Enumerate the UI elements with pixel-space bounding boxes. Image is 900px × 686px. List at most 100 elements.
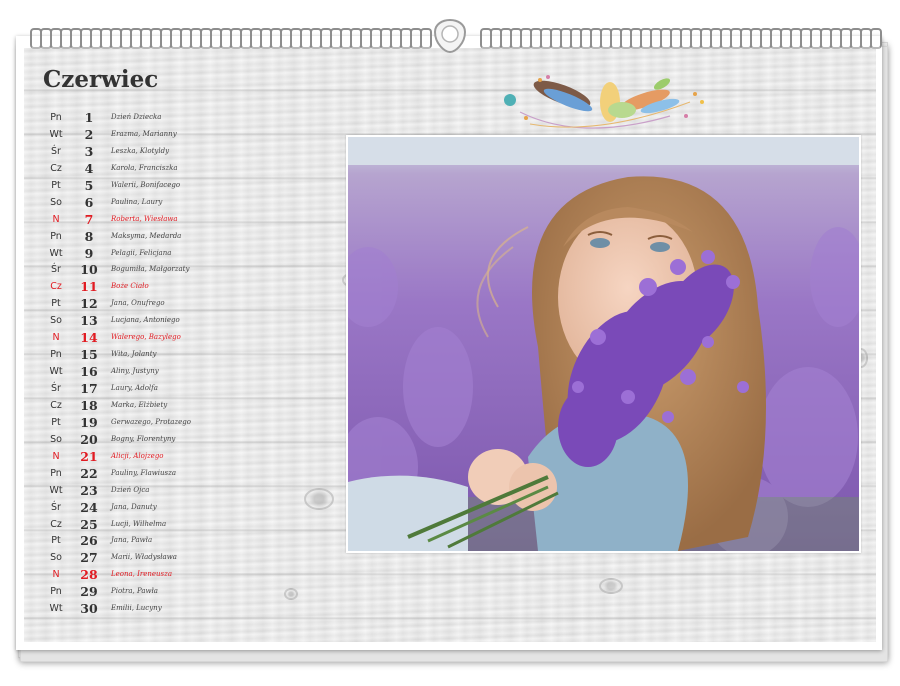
name-day: Walerego, Bazylego	[111, 333, 181, 342]
day-of-week: So	[50, 552, 62, 564]
day-row: Wt 30 Emilii, Lucyny	[44, 600, 344, 617]
day-of-week: Pn	[50, 112, 62, 123]
day-of-week: Śr	[51, 145, 61, 157]
day-row: Cz 4 Karola, Franciszka	[44, 160, 344, 177]
name-day: Marka, Elżbiety	[111, 400, 168, 409]
day-of-week: Pn	[50, 349, 62, 361]
day-of-week: Cz	[50, 162, 62, 174]
day-row: N 7 Roberta, Wiesława	[44, 211, 344, 228]
month-title: Czerwiec	[43, 66, 159, 93]
hanger-hook-icon	[433, 19, 467, 54]
day-of-week: Pt	[51, 179, 61, 191]
day-of-week: Pn	[50, 586, 62, 598]
day-of-week: Wt	[49, 366, 63, 378]
day-number: 12	[80, 296, 98, 312]
day-row: So 13 Lucjana, Antoniego	[44, 312, 344, 329]
name-day: Emilii, Lucyny	[111, 604, 162, 613]
day-list: Pn 1 Dzień Dziecka Wt 2 Erazma, Marianny Śr 3 Le…	[44, 109, 344, 617]
day-of-week: Wt	[49, 128, 63, 140]
name-day: Wita, Jolanty	[111, 350, 157, 359]
day-of-week: Cz	[50, 399, 62, 411]
day-number: 20	[80, 431, 98, 447]
day-row: Wt 16 Aliny, Justyny	[44, 363, 344, 380]
day-row: Śr 10 Bogumiła, Małgorzaty	[44, 261, 344, 278]
day-row: Pt 5 Walerii, Bonifacego	[44, 177, 344, 194]
day-of-week: Wt	[49, 247, 63, 259]
day-number: 10	[80, 262, 98, 278]
name-day: Piotra, Pawła	[111, 587, 158, 596]
day-row: So 27 Marii, Władysława	[44, 549, 344, 566]
day-row: So 6 Paulina, Laury	[44, 194, 344, 211]
name-day: Laury, Adolfa	[111, 384, 158, 392]
binding-ring	[870, 28, 882, 49]
name-day: Bogny, Florentyny	[111, 434, 176, 443]
day-row: Pn 22 Pauliny, Flawiusza	[44, 465, 344, 482]
name-day: Karola, Franciszka	[111, 163, 178, 172]
day-number: 27	[80, 550, 98, 566]
day-row: Pn 29 Piotra, Pawła	[44, 583, 344, 600]
day-of-week: N	[52, 450, 60, 462]
day-row: Śr 17 Laury, Adolfa	[44, 380, 344, 397]
day-number: 21	[80, 448, 98, 464]
day-row: Wt 2 Erazma, Marianny	[44, 126, 344, 143]
day-row: Wt 9 Pelagii, Felicjana	[44, 245, 344, 262]
day-of-week: N	[52, 332, 60, 344]
day-row: Pn 1 Dzień Dziecka	[44, 109, 344, 126]
name-day: Leona, Ireneusza	[111, 570, 173, 579]
day-row: Pt 19 Gerwazego, Protazego	[44, 414, 344, 431]
day-of-week: Pn	[50, 467, 62, 479]
day-row: N 21 Alicji, Alojzego	[44, 448, 344, 465]
day-of-week: Pn	[50, 230, 62, 242]
day-row: So 20 Bogny, Florentyny	[44, 431, 344, 448]
day-of-week: Wt	[49, 603, 63, 615]
day-row: Pn 15 Wita, Jolanty	[44, 346, 344, 363]
day-row: Śr 24 Jana, Danuty	[44, 499, 344, 516]
day-number: 30	[80, 601, 98, 617]
day-number: 3	[84, 143, 94, 159]
wood-knot	[599, 578, 623, 594]
day-number: 26	[80, 533, 98, 549]
day-number: 22	[80, 465, 98, 481]
day-row: Cz 11 Boże Ciało	[44, 278, 344, 295]
name-day: Jana, Onufrego	[111, 299, 165, 308]
name-day: Lucjana, Antoniego	[111, 316, 180, 325]
day-row: Cz 25 Lucji, Wilhelma	[44, 516, 344, 533]
name-day: Dzień Dziecka	[111, 113, 162, 121]
day-of-week: Pt	[51, 298, 61, 310]
day-number: 9	[84, 245, 94, 261]
day-row: Wt 23 Dzień Ojca	[44, 482, 344, 499]
name-day: Gerwazego, Protazego	[111, 417, 192, 426]
day-row: Pn 8 Maksyma, Medarda	[44, 228, 344, 245]
day-number: 8	[84, 228, 94, 244]
day-of-week: Cz	[50, 518, 62, 530]
day-number: 5	[84, 177, 94, 193]
girl-with-lavender-photo	[346, 135, 861, 553]
name-day: Leszka, Klotyldy	[111, 146, 170, 155]
name-day: Erazma, Marianny	[111, 129, 177, 138]
name-day: Walerii, Bonifacego	[111, 180, 181, 189]
day-of-week: Pt	[51, 535, 61, 547]
name-day: Bogumiła, Małgorzaty	[111, 265, 190, 274]
name-day: Pauliny, Flawiusza	[111, 468, 176, 477]
day-row: N 14 Walerego, Bazylego	[44, 329, 344, 346]
name-day: Dzień Ojca	[111, 485, 150, 494]
day-of-week: Cz	[50, 281, 62, 293]
day-row: Pt 12 Jana, Onufrego	[44, 295, 344, 312]
day-number: 7	[84, 211, 94, 227]
day-number: 29	[80, 584, 98, 600]
day-number: 11	[80, 279, 98, 295]
day-number: 2	[84, 126, 94, 142]
name-day: Marii, Władysława	[111, 553, 177, 562]
day-of-week: So	[50, 315, 62, 327]
day-number: 15	[80, 347, 98, 363]
name-day: Boże Ciało	[111, 282, 149, 291]
day-of-week: Śr	[51, 264, 61, 276]
day-number: 6	[84, 194, 94, 210]
day-number: 28	[80, 567, 98, 583]
day-of-week: N	[52, 213, 60, 225]
day-number: 19	[80, 414, 98, 430]
name-day: Roberta, Wiesława	[111, 214, 178, 223]
day-row: Pt 26 Jana, Pawła	[44, 532, 344, 549]
name-day: Lucji, Wilhelma	[111, 519, 167, 528]
name-day: Jana, Danuty	[111, 502, 157, 511]
